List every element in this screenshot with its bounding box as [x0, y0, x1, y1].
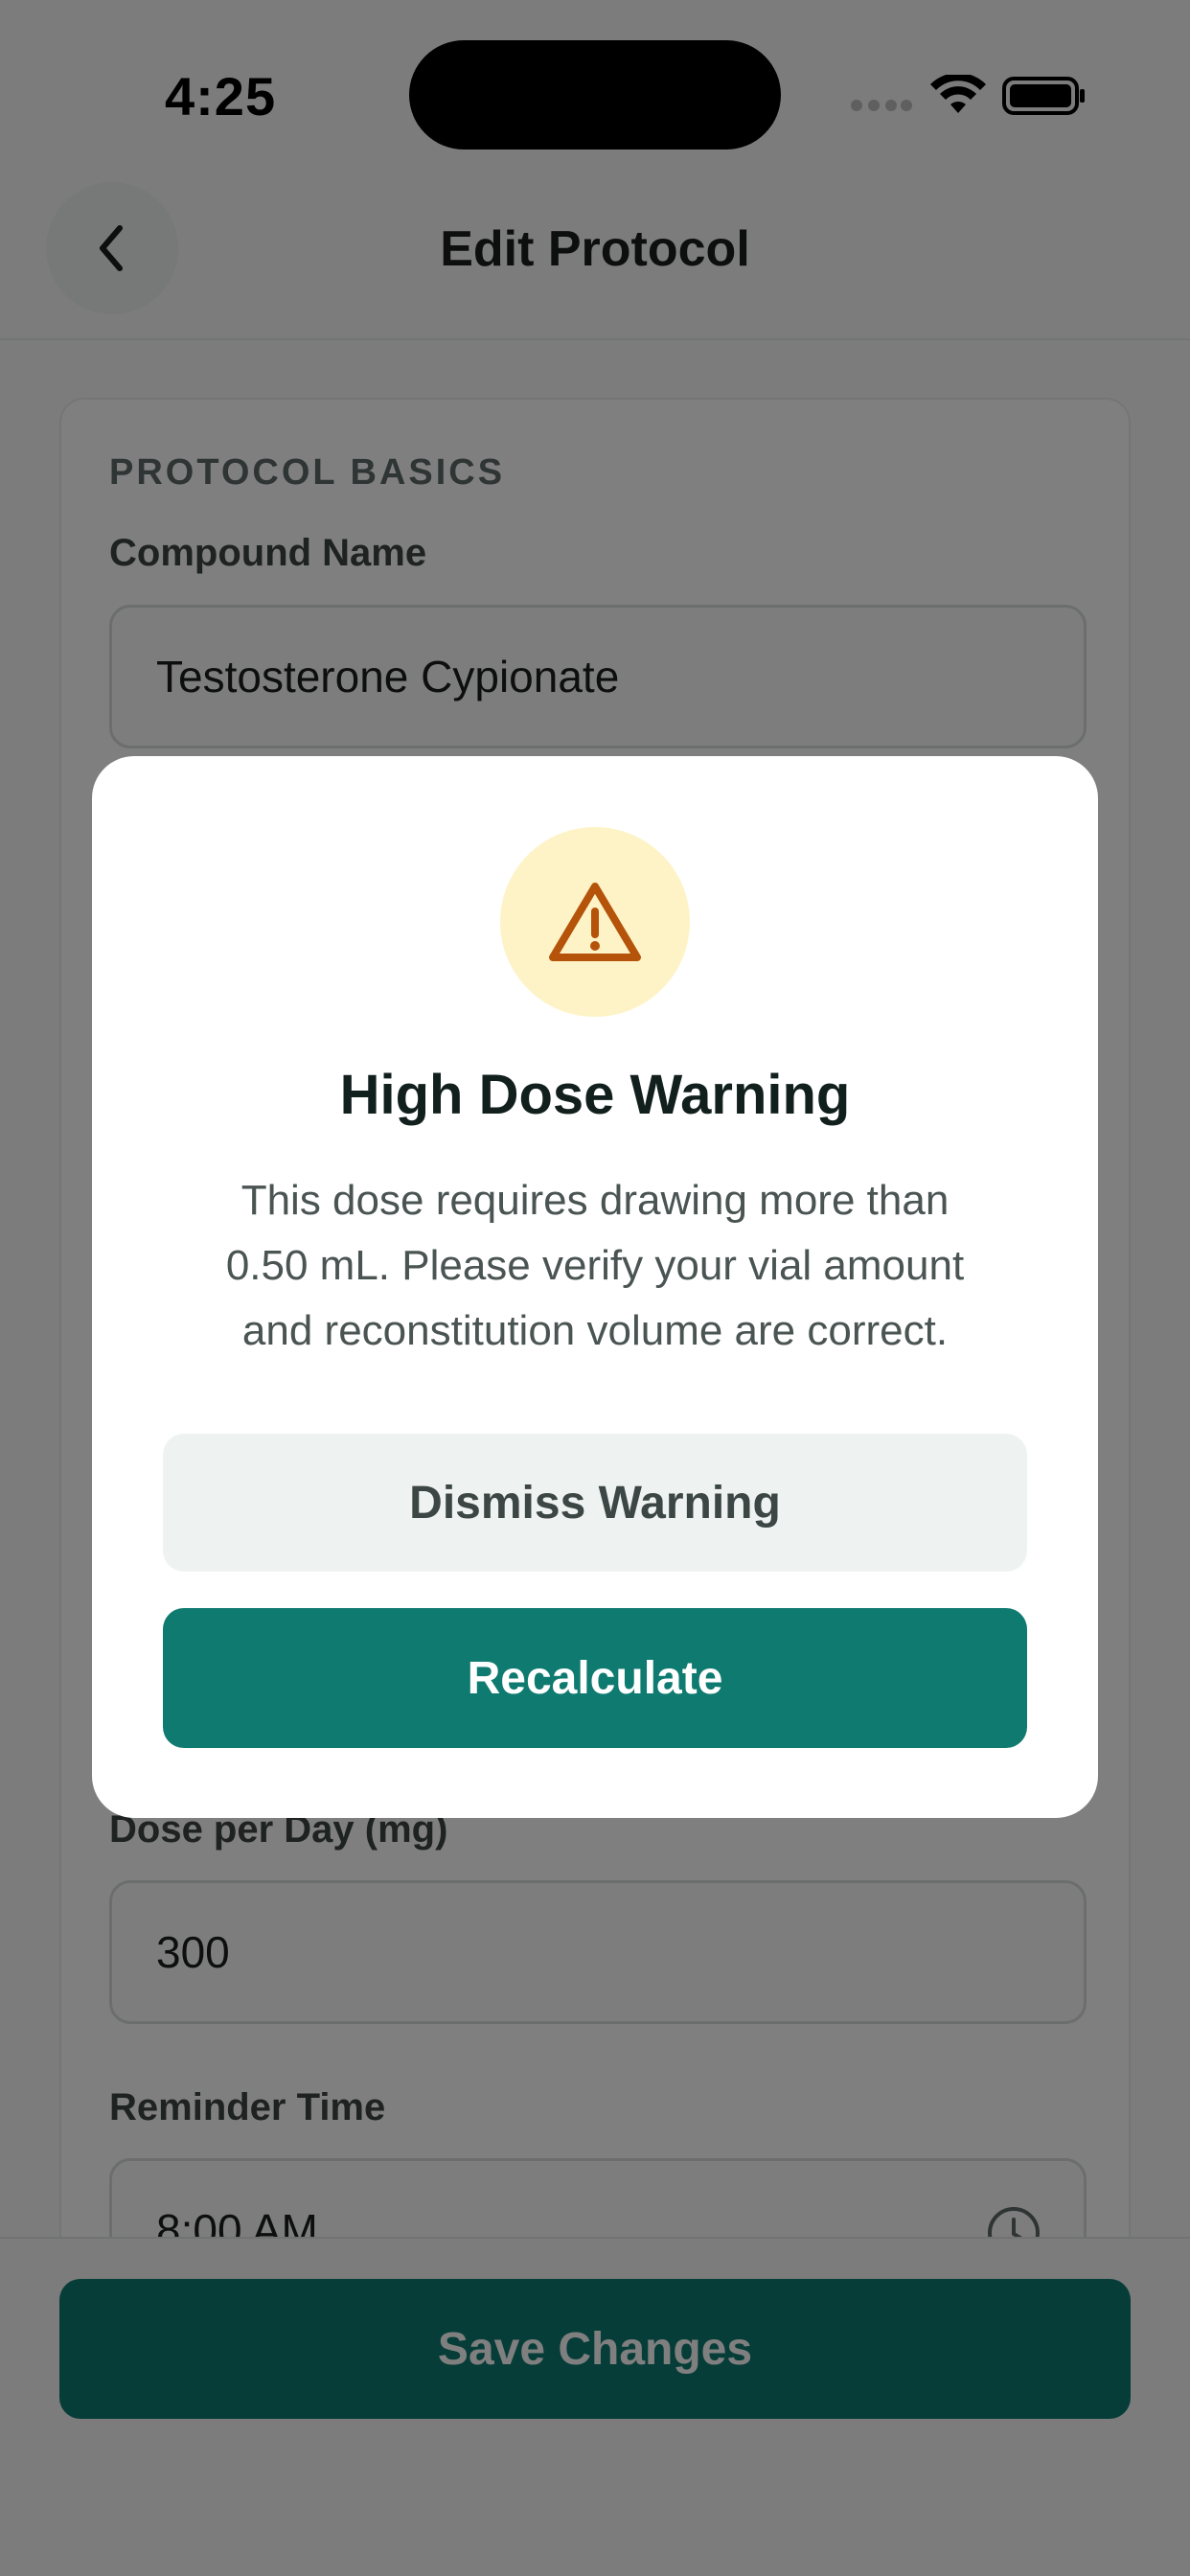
dismiss-warning-button[interactable]: Dismiss Warning — [163, 1434, 1027, 1572]
dialog-message-line: This dose requires drawing more than — [240, 1177, 950, 1224]
dialog-message-line: 0.50 mL. Please verify your vial amount — [225, 1242, 965, 1289]
warning-triangle-icon — [549, 883, 641, 961]
recalculate-button[interactable]: Recalculate — [163, 1608, 1027, 1748]
dialog-message-line: and reconstitution volume are correct. — [241, 1307, 949, 1354]
dialog-title: High Dose Warning — [339, 1064, 851, 1126]
dialog-message: This dose requires drawing more than 0.5… — [178, 1168, 1012, 1364]
warning-badge — [500, 827, 690, 1017]
high-dose-warning-dialog: High Dose Warning This dose requires dra… — [92, 756, 1098, 1818]
